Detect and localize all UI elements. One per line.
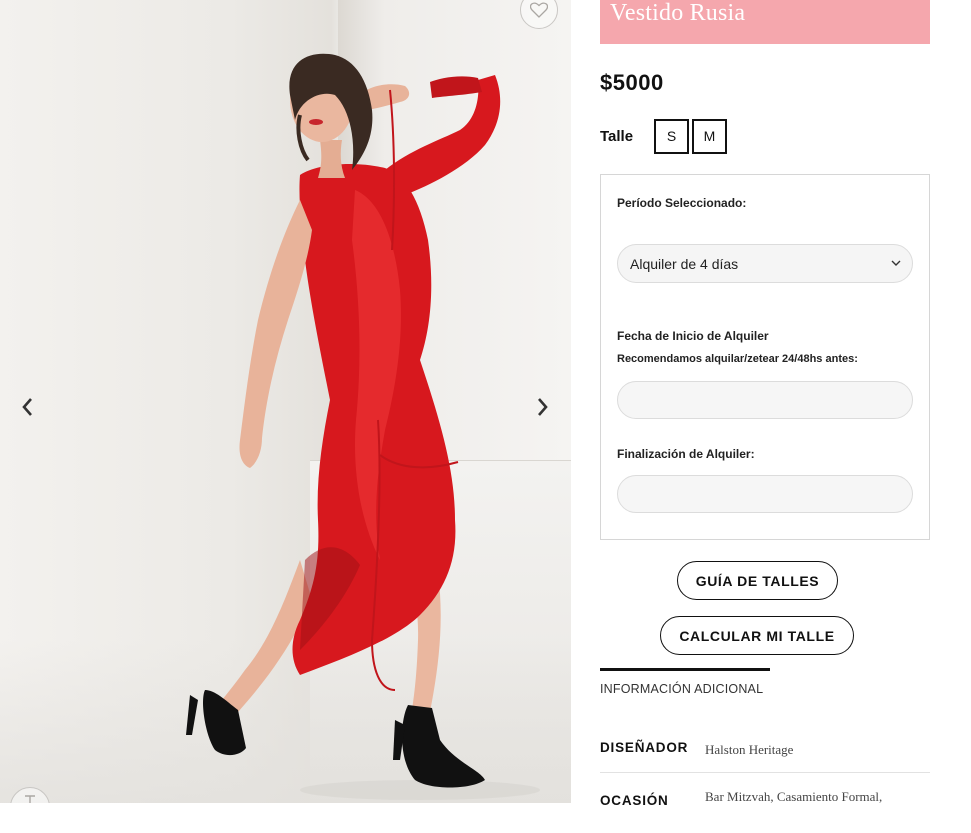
period-select[interactable]: Alquiler de 4 días [617, 244, 913, 283]
expand-icon [25, 795, 35, 803]
chevron-left-icon [22, 398, 32, 416]
period-label: Período Seleccionado: [617, 196, 747, 210]
heart-icon [530, 2, 548, 18]
size-label: Talle [600, 127, 634, 145]
start-date-label: Fecha de Inicio de Alquiler [617, 329, 769, 343]
period-select-value: Alquiler de 4 días [630, 255, 739, 272]
size-option-m[interactable]: M [692, 118, 727, 154]
size-guide-button[interactable]: GUÍA DE TALLES [677, 561, 838, 600]
calc-size-button[interactable]: CALCULAR MI TALLE [660, 616, 854, 655]
gallery-prev-button[interactable] [12, 392, 42, 422]
attribute-value: Halston Heritage [705, 742, 794, 757]
product-title-bar: Vestido Rusia [600, 0, 930, 44]
product-price: $5000 [600, 70, 664, 95]
attribute-key: DISEÑADOR [600, 740, 689, 755]
tab-active-indicator [600, 668, 770, 671]
tab-additional-info[interactable]: INFORMACIÓN ADICIONAL [600, 682, 763, 696]
end-date-label: Finalización de Alquiler: [617, 447, 755, 461]
chevron-down-icon [891, 260, 901, 266]
gallery-next-button[interactable] [528, 392, 558, 422]
chevron-right-icon [538, 398, 548, 416]
attribute-key: OCASIÓN [600, 793, 669, 808]
end-date-input[interactable] [617, 475, 913, 513]
start-date-input[interactable] [617, 381, 913, 419]
product-title: Vestido Rusia [610, 0, 746, 26]
attribute-row-designer: DISEÑADOR Halston Heritage [600, 727, 930, 773]
start-date-hint: Recomendamos alquilar/zetear 24/48hs ant… [617, 353, 858, 365]
attribute-row-occasion: OCASIÓN Bar Mitzvah, Casamiento Formal, [600, 773, 930, 833]
product-gallery[interactable] [0, 0, 571, 803]
product-image [186, 53, 540, 800]
size-option-s[interactable]: S [654, 118, 689, 154]
rental-form: Período Seleccionado: Alquiler de 4 días… [600, 174, 930, 540]
size-selector: Talle S M [600, 118, 730, 154]
